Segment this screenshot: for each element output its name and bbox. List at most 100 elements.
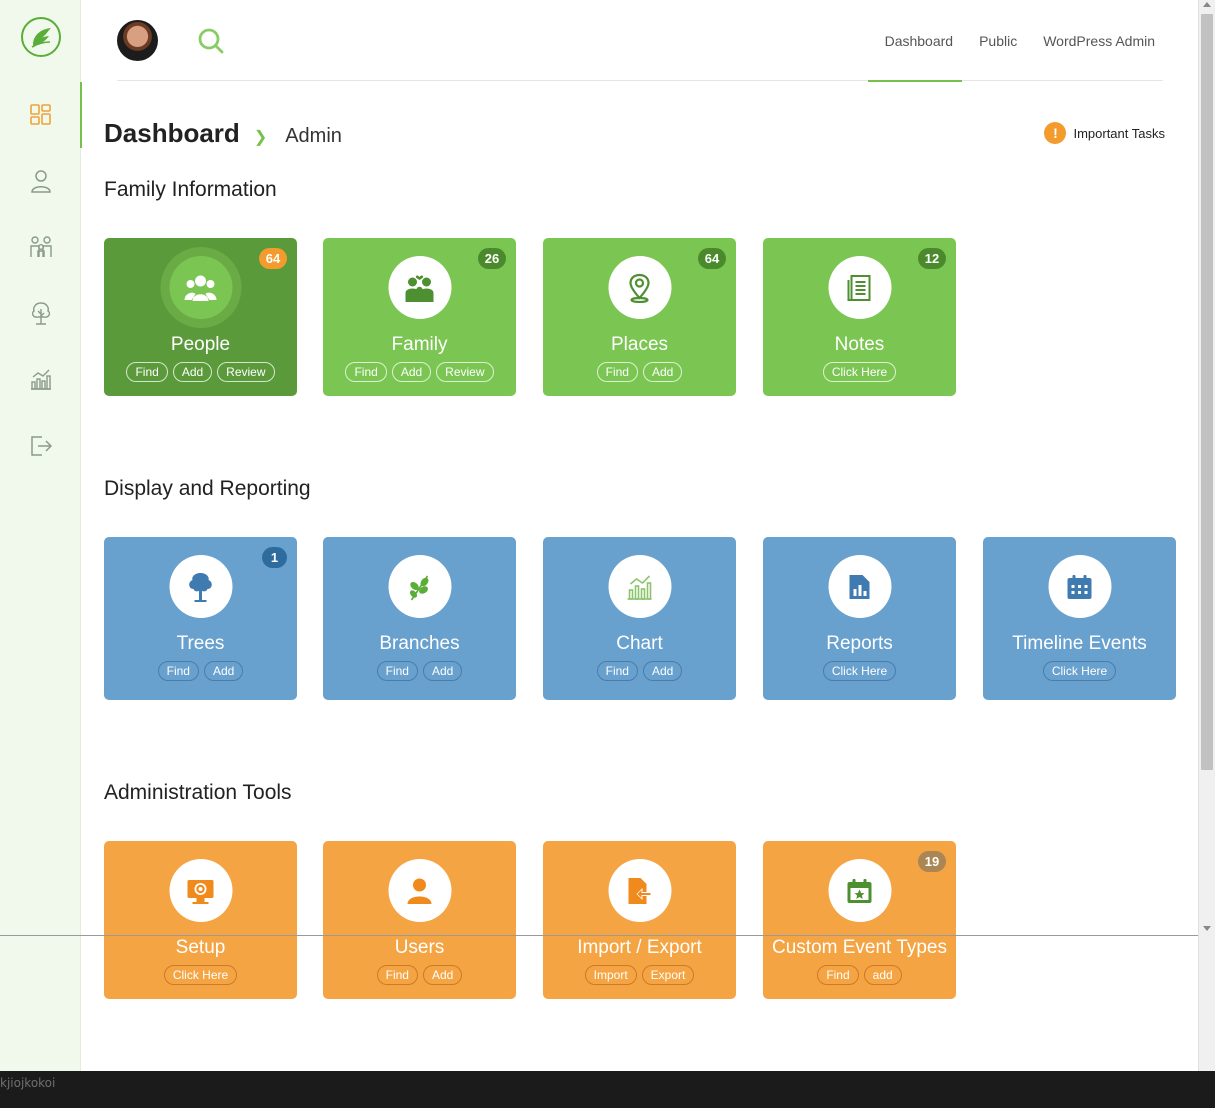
card-timeline-events[interactable]: Timeline Events Click Here — [983, 537, 1176, 700]
nav-active-indicator — [868, 80, 962, 82]
chevron-right-icon: ❯ — [253, 129, 268, 146]
scroll-thumb[interactable] — [1201, 14, 1213, 770]
taskbar-text: kjiojkokoi — [0, 1076, 56, 1090]
chart-icon — [30, 369, 51, 390]
sidebar — [0, 0, 82, 1071]
card-title: People — [170, 334, 231, 355]
places-find-button[interactable]: Find — [596, 362, 638, 382]
card-import-export[interactable]: Import / Export Import Export — [543, 841, 736, 999]
family-count-badge: 26 — [478, 248, 506, 269]
card-people[interactable]: 64 People Find Add Review — [104, 238, 297, 396]
card-title: Import / Export — [577, 937, 702, 958]
places-add-button[interactable]: Add — [642, 362, 683, 382]
users-find-button[interactable]: Find — [376, 965, 418, 985]
map-pin-icon — [608, 256, 671, 319]
card-title: Custom Event Types — [772, 937, 947, 958]
notes-click-here-button[interactable]: Click Here — [822, 362, 897, 382]
sidebar-item-charts[interactable] — [0, 346, 81, 412]
card-family[interactable]: 26 Family Find Add Review — [323, 238, 516, 396]
card-title: Family — [391, 334, 448, 355]
taskbar: kjiojkokoi — [0, 1071, 1215, 1108]
page-title: Dashboard — [104, 118, 240, 148]
breadcrumb-current: Admin — [285, 125, 342, 147]
card-title: Branches — [379, 633, 460, 654]
card-custom-event-types[interactable]: 19 Custom Event Types Find add — [763, 841, 956, 999]
logout-icon — [30, 436, 52, 456]
people-icon — [169, 256, 232, 319]
card-title: Notes — [834, 334, 885, 355]
search-button[interactable] — [196, 26, 226, 56]
chart-add-button[interactable]: Add — [642, 661, 683, 681]
sidebar-item-dashboard[interactable] — [0, 82, 82, 148]
card-title: Setup — [175, 937, 226, 958]
sidebar-item-logout[interactable] — [0, 413, 81, 479]
import-button[interactable]: Import — [584, 965, 637, 985]
card-places[interactable]: 64 Places Find Add — [543, 238, 736, 396]
card-chart[interactable]: Chart Find Add — [543, 537, 736, 700]
card-trees[interactable]: 1 Trees Find Add — [104, 537, 297, 700]
sidebar-item-trees[interactable] — [0, 280, 81, 346]
family-find-button[interactable]: Find — [345, 362, 387, 382]
breadcrumb: Dashboard ❯ Admin — [104, 118, 342, 149]
important-tasks-label: Important Tasks — [1073, 125, 1165, 141]
reports-click-here-button[interactable]: Click Here — [822, 661, 897, 681]
tree-icon — [31, 302, 50, 325]
custom-events-find-button[interactable]: Find — [817, 965, 859, 985]
dashboard-grid-icon — [29, 104, 51, 125]
event-calendar-icon — [828, 859, 891, 922]
branches-add-button[interactable]: Add — [422, 661, 463, 681]
card-setup[interactable]: Setup Click Here — [104, 841, 297, 999]
logo-icon[interactable] — [21, 17, 61, 57]
trees-count-badge: 1 — [262, 547, 287, 568]
people-add-button[interactable]: Add — [172, 362, 213, 382]
header-divider — [117, 80, 1163, 81]
nav-dashboard[interactable]: Dashboard — [885, 33, 954, 49]
scroll-up-icon[interactable] — [1203, 2, 1211, 7]
places-count-badge: 64 — [698, 248, 726, 269]
avatar[interactable] — [117, 20, 158, 61]
people-review-button[interactable]: Review — [217, 362, 275, 382]
search-icon — [198, 28, 224, 54]
card-title: Users — [394, 937, 445, 958]
sidebar-item-people[interactable] — [0, 148, 81, 214]
window-edge-divider — [0, 935, 1215, 936]
card-notes[interactable]: 12 Notes Click Here — [763, 238, 956, 396]
branch-icon — [388, 555, 451, 618]
family-icon — [388, 256, 451, 319]
people-count-badge: 64 — [259, 248, 287, 269]
tree-icon — [169, 555, 232, 618]
trees-find-button[interactable]: Find — [157, 661, 199, 681]
family-add-button[interactable]: Add — [391, 362, 432, 382]
person-icon — [30, 170, 51, 193]
import-export-icon — [608, 859, 671, 922]
nav-wordpress-admin[interactable]: WordPress Admin — [1043, 33, 1155, 49]
section-title-family-information: Family Information — [104, 178, 277, 201]
users-add-button[interactable]: Add — [422, 965, 463, 985]
user-icon — [388, 859, 451, 922]
nav-public[interactable]: Public — [979, 33, 1017, 49]
chart-icon — [608, 555, 671, 618]
timeline-click-here-button[interactable]: Click Here — [1042, 661, 1117, 681]
branches-find-button[interactable]: Find — [376, 661, 418, 681]
card-users[interactable]: Users Find Add — [323, 841, 516, 999]
card-title: Places — [610, 334, 669, 355]
card-reports[interactable]: Reports Click Here — [763, 537, 956, 700]
people-find-button[interactable]: Find — [126, 362, 168, 382]
warning-icon: ! — [1044, 122, 1067, 144]
notes-icon — [828, 256, 891, 319]
chart-find-button[interactable]: Find — [596, 661, 638, 681]
card-branches[interactable]: Branches Find Add — [323, 537, 516, 700]
family-icon — [29, 236, 52, 257]
trees-add-button[interactable]: Add — [203, 661, 244, 681]
card-title: Trees — [176, 633, 225, 654]
export-button[interactable]: Export — [641, 965, 695, 985]
sidebar-item-family[interactable] — [0, 214, 81, 280]
custom-events-add-button[interactable]: add — [863, 965, 902, 985]
notes-count-badge: 12 — [918, 248, 946, 269]
important-tasks-link[interactable]: ! Important Tasks — [1044, 122, 1165, 144]
setup-click-here-button[interactable]: Click Here — [163, 965, 238, 985]
family-review-button[interactable]: Review — [436, 362, 494, 382]
vertical-scrollbar[interactable] — [1198, 0, 1215, 1071]
scroll-down-icon[interactable] — [1203, 926, 1211, 931]
setup-icon — [169, 859, 232, 922]
